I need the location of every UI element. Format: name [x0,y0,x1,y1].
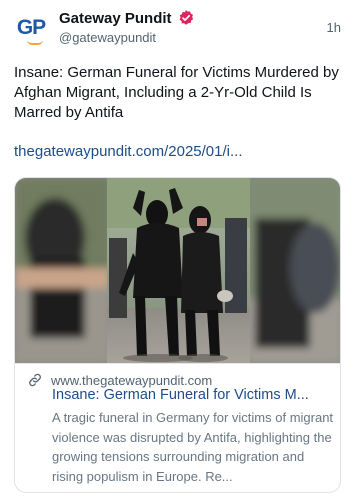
card-description: A tragic funeral in Germany for victims … [52,410,334,484]
card-image-photo [15,178,340,363]
author-name-row[interactable]: Gateway Pundit [59,9,195,27]
avatar[interactable]: GP [14,13,48,47]
avatar-logo-text: GP [16,16,46,39]
avatar-swoosh [27,40,43,45]
post-text: Insane: German Funeral for Victims Murde… [14,64,339,121]
post-link[interactable]: thegatewaypundit.com/2025/01/i... [14,143,243,160]
card-title[interactable]: Insane: German Funeral for Victims M... [52,387,332,403]
post[interactable]: GP Gateway Pundit @gatewaypundit 1h Insa… [0,0,355,500]
link-icon [29,373,41,387]
card-image[interactable] [15,178,340,363]
card-domain-row[interactable]: www.thegatewaypundit.com [27,372,212,388]
post-timestamp[interactable]: 1h [327,20,341,35]
author-handle[interactable]: @gatewaypundit [59,30,156,45]
verified-badge-icon [179,10,193,25]
card-domain: www.thegatewaypundit.com [51,372,213,388]
author-name[interactable]: Gateway Pundit [59,10,172,27]
